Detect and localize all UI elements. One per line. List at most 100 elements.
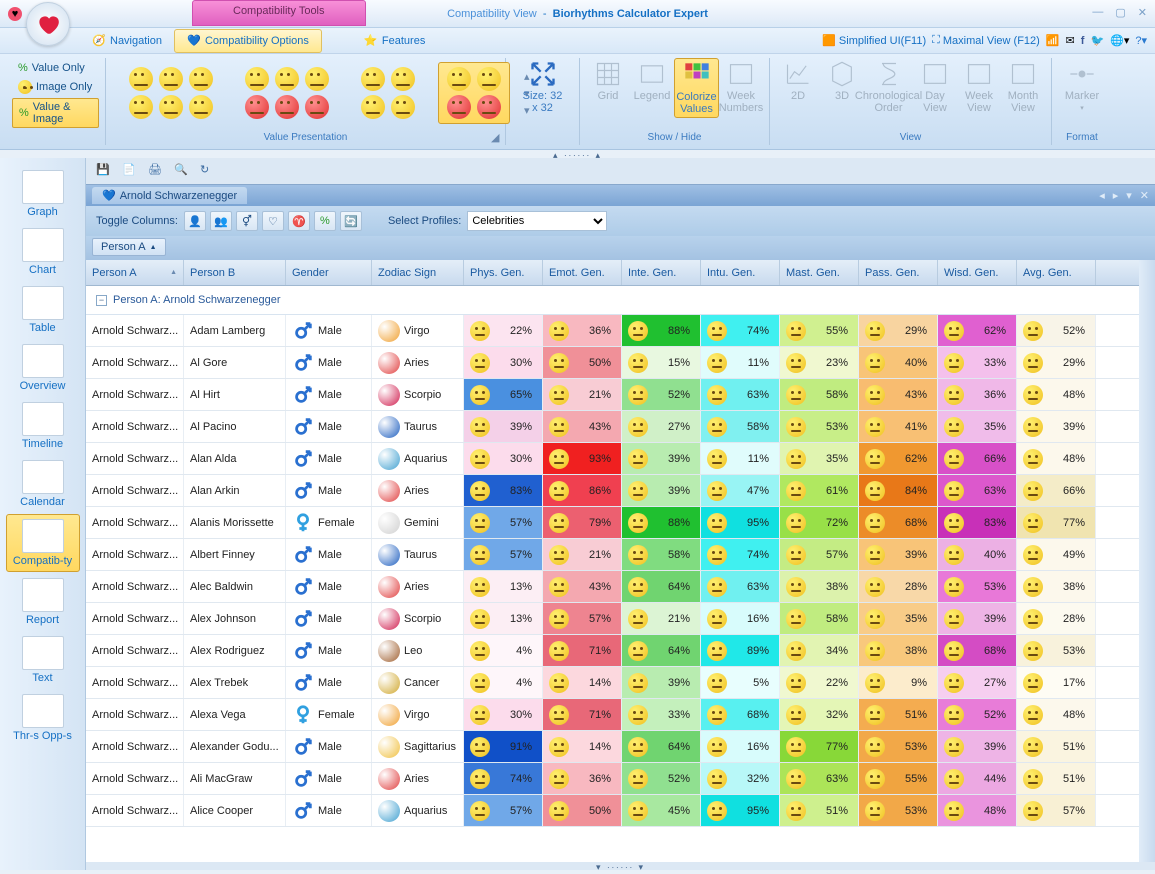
tab-navigation[interactable]: 🧭 Navigation (80, 30, 174, 52)
column-header[interactable]: Mast. Gen. (780, 260, 859, 285)
2d-button[interactable]: 2D (776, 58, 820, 116)
sidebar-item-thr-s opp-s[interactable]: Thr-s Opp-s (6, 690, 80, 746)
value-only-button[interactable]: %Value Only (12, 60, 99, 76)
image-only-button[interactable]: Image Only (12, 78, 99, 96)
sidebar-item-compatib-ty[interactable]: Compatib-ty (6, 514, 80, 572)
column-header[interactable]: Inte. Gen. (622, 260, 701, 285)
group-row[interactable]: −Person A: Arnold Schwarzenegger (86, 286, 1139, 315)
column-header[interactable]: Person A (86, 260, 184, 285)
toggle-col-3[interactable]: ⚥ (236, 211, 258, 231)
document-tab[interactable]: 💙 Arnold Schwarzenegger (92, 187, 247, 204)
table-row[interactable]: Arnold Schwarz...Alice CooperMaleAquariu… (86, 795, 1139, 827)
minimize-icon[interactable]: — (1092, 6, 1103, 19)
copy-icon[interactable]: 📄 (122, 163, 138, 179)
app-menu-button[interactable] (26, 2, 70, 46)
toggle-col-1[interactable]: 👤 (184, 211, 206, 231)
table-row[interactable]: Arnold Schwarz...Alex TrebekMaleCancer4%… (86, 667, 1139, 699)
profiles-select[interactable]: Celebrities (467, 211, 607, 231)
globe-icon[interactable]: 🌐▾ (1110, 34, 1129, 47)
column-header[interactable]: Emot. Gen. (543, 260, 622, 285)
tab-menu-icon[interactable]: ▾ (1126, 189, 1132, 202)
value-and-image-button[interactable]: %Value & Image (12, 98, 99, 128)
sidebar-item-chart[interactable]: Chart (6, 224, 80, 280)
rss-icon[interactable]: 📶 (1046, 34, 1060, 47)
help-icon[interactable]: ?▾ (1135, 34, 1147, 47)
table-row[interactable]: Arnold Schwarz...Alan ArkinMaleAries83%8… (86, 475, 1139, 507)
tab-next-icon[interactable]: ▸ (1113, 189, 1119, 202)
grid-button[interactable]: Grid (586, 58, 630, 118)
collapse-icon[interactable]: − (96, 295, 107, 306)
vertical-scrollbar[interactable] (1139, 260, 1155, 862)
simplified-ui-link[interactable]: 🟧Simplified UI(F11) (822, 34, 926, 47)
week-numbers-button[interactable]: Week Numbers (719, 58, 763, 118)
table-row[interactable]: Arnold Schwarz...Alexa VegaFemaleVirgo30… (86, 699, 1139, 731)
cell-value: 43% (859, 379, 938, 410)
sidebar-icon (22, 402, 64, 436)
sidebar-item-text[interactable]: Text (6, 632, 80, 688)
tab-features[interactable]: ⭐ Features (352, 30, 437, 52)
day-view-button[interactable]: Day View (913, 58, 957, 116)
table-row[interactable]: Arnold Schwarz...Ali MacGrawMaleAries74%… (86, 763, 1139, 795)
chronological-button[interactable]: Chronological Order (864, 58, 913, 116)
sidebar-item-timeline[interactable]: Timeline (6, 398, 80, 454)
smiley-icon (549, 449, 569, 469)
close-icon[interactable]: ✕ (1138, 6, 1147, 19)
week-view-button[interactable]: Week View (957, 58, 1001, 116)
column-header[interactable]: Avg. Gen. (1017, 260, 1096, 285)
table-row[interactable]: Arnold Schwarz...Alex RodriguezMaleLeo4%… (86, 635, 1139, 667)
tab-close-icon[interactable]: ✕ (1140, 189, 1149, 202)
sidebar-item-overview[interactable]: Overview (6, 340, 80, 396)
table-row[interactable]: Arnold Schwarz...Alec BaldwinMaleAries13… (86, 571, 1139, 603)
cell-person-a: Arnold Schwarz... (86, 411, 184, 442)
table-row[interactable]: Arnold Schwarz...Adam LambergMaleVirgo22… (86, 315, 1139, 347)
table-row[interactable]: Arnold Schwarz...Albert FinneyMaleTaurus… (86, 539, 1139, 571)
column-header[interactable]: Person B (184, 260, 286, 285)
toggle-col-6[interactable]: % (314, 211, 336, 231)
sidebar-item-report[interactable]: Report (6, 574, 80, 630)
bottom-collapse-handle[interactable]: ▾ ∙∙∙∙∙∙ ▾ (86, 862, 1155, 870)
legend-button[interactable]: Legend (630, 58, 674, 118)
facebook-icon[interactable]: f (1081, 35, 1085, 47)
tab-prev-icon[interactable]: ◂ (1099, 189, 1105, 202)
refresh-icon[interactable]: ↻ (200, 163, 216, 179)
maximize-icon[interactable]: ▢ (1115, 6, 1125, 19)
table-row[interactable]: Arnold Schwarz...Al PacinoMaleTaurus39%4… (86, 411, 1139, 443)
smiley-icon (549, 801, 569, 821)
mail-icon[interactable]: ✉ (1066, 34, 1075, 47)
table-row[interactable]: Arnold Schwarz...Alex JohnsonMaleScorpio… (86, 603, 1139, 635)
ribbon-collapse-handle[interactable]: ▴ ∙∙∙∙∙∙ ▴ (0, 150, 1155, 158)
sidebar-item-calendar[interactable]: Calendar (6, 456, 80, 512)
table-row[interactable]: Arnold Schwarz...Al HirtMaleScorpio65%21… (86, 379, 1139, 411)
preview-icon[interactable]: 🔍 (174, 163, 190, 179)
size-button[interactable]: Size: 32 x 32 (512, 58, 573, 116)
table-row[interactable]: Arnold Schwarz...Alan AldaMaleAquarius30… (86, 443, 1139, 475)
column-header[interactable]: Phys. Gen. (464, 260, 543, 285)
toggle-col-2[interactable]: 👥 (210, 211, 232, 231)
colorize-values-button[interactable]: Colorize Values (674, 58, 719, 118)
table-row[interactable]: Arnold Schwarz...Alanis MorissetteFemale… (86, 507, 1139, 539)
table-row[interactable]: Arnold Schwarz...Alexander Godu...MaleSa… (86, 731, 1139, 763)
table-row[interactable]: Arnold Schwarz...Al GoreMaleAries30%50%1… (86, 347, 1139, 379)
toggle-col-4[interactable]: ♡ (262, 211, 284, 231)
smiley-icon (470, 673, 490, 693)
print-icon[interactable]: 🖨 (148, 163, 164, 179)
tab-compatibility-options[interactable]: 💙 Compatibility Options (174, 29, 322, 53)
group-by-chip[interactable]: Person A▲ (92, 238, 166, 256)
month-view-button[interactable]: Month View (1001, 58, 1045, 116)
marker-button[interactable]: Marker▾ (1058, 58, 1106, 114)
column-header[interactable]: Gender (286, 260, 372, 285)
sidebar-item-table[interactable]: Table (6, 282, 80, 338)
toggle-col-7[interactable]: 🔄 (340, 211, 362, 231)
cell-zodiac: Aries (372, 571, 464, 602)
column-header[interactable]: Zodiac Sign (372, 260, 464, 285)
save-icon[interactable]: 💾 (96, 163, 112, 179)
face-style-selected[interactable] (438, 62, 510, 124)
column-header[interactable]: Intu. Gen. (701, 260, 780, 285)
maximal-view-link[interactable]: ⛶Maximal View (F12) (932, 34, 1040, 47)
twitter-icon[interactable]: 🐦 (1090, 34, 1104, 47)
column-header[interactable]: Pass. Gen. (859, 260, 938, 285)
column-header[interactable]: Wisd. Gen. (938, 260, 1017, 285)
sidebar-item-graph[interactable]: Graph (6, 166, 80, 222)
toggle-col-5[interactable]: ♈ (288, 211, 310, 231)
dialog-launcher-icon[interactable]: ◢ (491, 131, 503, 143)
